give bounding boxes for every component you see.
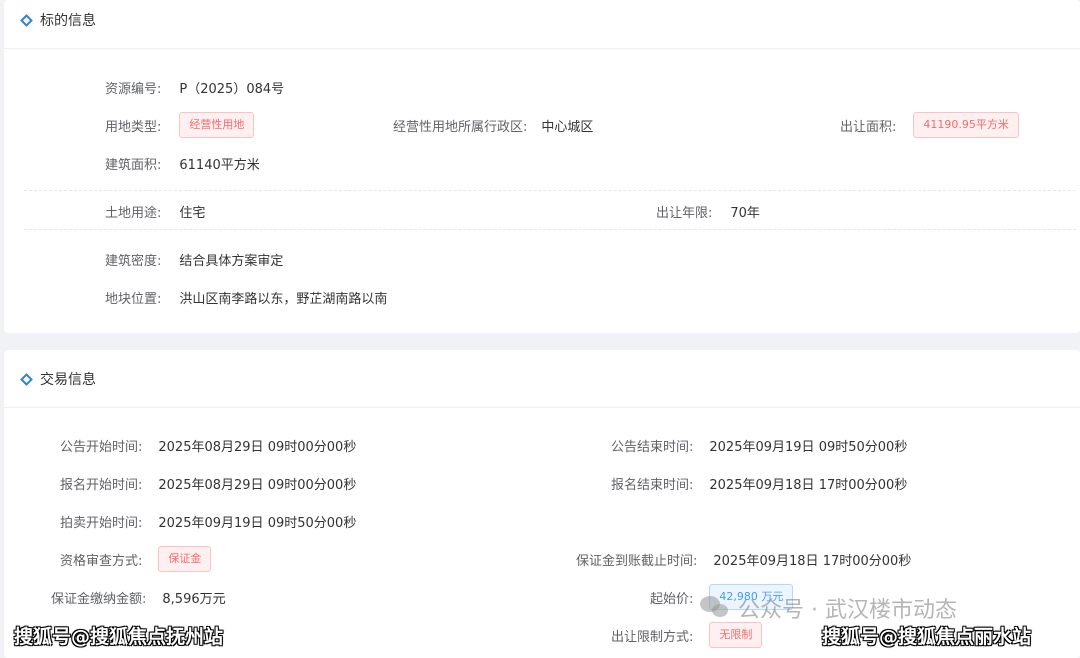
signup-start-row: 报名开始时间: 2025年08月29日 09时00分00秒 — [60, 471, 356, 495]
resource-no-row: 资源编号: P（2025）084号 — [105, 75, 284, 99]
signup-end-label: 报名结束时间: — [611, 477, 694, 493]
deposit-deadline-row: 保证金到账截止时间: 2025年09月18日 17时00分00秒 — [576, 547, 911, 571]
deposit-deadline-value: 2025年09月18日 17时00分00秒 — [713, 553, 912, 569]
notice-start-value: 2025年08月29日 09时00分00秒 — [158, 439, 357, 455]
deposit-amount-label: 保证金缴纳金额: — [51, 591, 147, 607]
building-area-label: 建筑面积: — [105, 157, 162, 173]
auction-start-value: 2025年09月19日 09时50分00秒 — [158, 515, 357, 531]
subject-info-header: 标的信息 — [4, 0, 1080, 49]
location-label: 地块位置: — [105, 291, 162, 307]
qualification-row: 资格审查方式: 保证金 — [60, 546, 212, 572]
deposit-deadline-label: 保证金到账截止时间: — [576, 553, 698, 569]
transfer-years-row: 出让年限: 70年 — [656, 199, 760, 223]
trade-info-header: 交易信息 — [4, 350, 1080, 408]
land-use-label: 土地用途: — [105, 205, 162, 221]
resource-no-value: P（2025）084号 — [179, 81, 285, 97]
qualification-tag: 保证金 — [158, 546, 212, 572]
divider — [24, 190, 1076, 191]
building-area-row: 建筑面积: 61140平方米 — [105, 151, 260, 175]
restriction-row: 出让限制方式: 无限制 — [611, 622, 763, 648]
transfer-area-label: 出让面积: — [840, 119, 897, 135]
building-area-value: 61140平方米 — [179, 157, 260, 173]
deposit-amount-row: 保证金缴纳金额: 8,596万元 — [51, 585, 226, 609]
transfer-years-value: 70年 — [730, 205, 760, 221]
district-value: 中心城区 — [541, 119, 594, 135]
resource-no-label: 资源编号: — [105, 81, 162, 97]
land-type-row: 用地类型: 经营性用地 — [105, 112, 255, 138]
land-use-value: 住宅 — [179, 205, 206, 221]
signup-end-row: 报名结束时间: 2025年09月18日 17时00分00秒 — [611, 471, 907, 495]
notice-start-label: 公告开始时间: — [60, 439, 143, 455]
transfer-years-label: 出让年限: — [656, 205, 713, 221]
diamond-icon — [20, 13, 33, 27]
location-row: 地块位置: 洪山区南李路以东，野芷湖南路以南 — [105, 285, 387, 309]
land-type-tag: 经营性用地 — [179, 112, 255, 138]
notice-end-row: 公告结束时间: 2025年09月19日 09时50分00秒 — [611, 433, 907, 457]
auction-start-row: 拍卖开始时间: 2025年09月19日 09时50分00秒 — [60, 509, 356, 533]
start-price-label: 起始价: — [650, 591, 694, 607]
trade-info-title: 交易信息 — [20, 369, 96, 389]
location-value: 洪山区南李路以东，野芷湖南路以南 — [179, 291, 388, 307]
auction-start-label: 拍卖开始时间: — [60, 515, 143, 531]
notice-end-value: 2025年09月19日 09时50分00秒 — [709, 439, 908, 455]
building-density-value: 结合具体方案审定 — [179, 253, 284, 269]
land-use-row: 土地用途: 住宅 — [105, 199, 205, 223]
diamond-icon — [20, 372, 33, 386]
qualification-label: 资格审查方式: — [60, 553, 143, 569]
building-density-label: 建筑密度: — [105, 253, 162, 269]
subject-info-title: 标的信息 — [20, 10, 96, 30]
watermark-right: 搜狐号@搜狐焦点丽水站 — [822, 626, 1032, 648]
building-density-row: 建筑密度: 结合具体方案审定 — [105, 247, 283, 271]
watermark-left: 搜狐号@搜狐焦点抚州站 — [14, 626, 224, 648]
notice-end-label: 公告结束时间: — [611, 439, 694, 455]
district-label: 经营性用地所属行政区: — [393, 119, 528, 135]
land-type-label: 用地类型: — [105, 119, 162, 135]
deposit-amount-value: 8,596万元 — [162, 591, 226, 607]
wechat-icon — [700, 596, 730, 620]
signup-start-label: 报名开始时间: — [60, 477, 143, 493]
transfer-area-row: 出让面积: 41190.95平方米 — [840, 112, 1019, 138]
wechat-watermark: 公众号 · 武汉楼市动态 — [700, 592, 957, 624]
signup-start-value: 2025年08月29日 09时00分00秒 — [158, 477, 357, 493]
district-row: 经营性用地所属行政区: 中心城区 — [393, 113, 593, 137]
notice-start-row: 公告开始时间: 2025年08月29日 09时00分00秒 — [60, 433, 356, 457]
transfer-area-tag: 41190.95平方米 — [913, 112, 1019, 138]
restriction-tag: 无限制 — [709, 622, 763, 648]
signup-end-value: 2025年09月18日 17时00分00秒 — [709, 477, 908, 493]
restriction-label: 出让限制方式: — [611, 629, 694, 645]
divider — [24, 229, 1076, 230]
